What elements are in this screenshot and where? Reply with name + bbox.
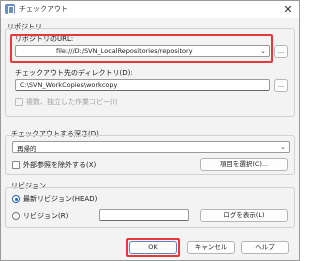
checkout-app-icon (5, 4, 15, 14)
depth-combobox[interactable]: 再帰的 ⌄ (12, 141, 290, 153)
chevron-down-icon[interactable]: ⌄ (280, 143, 286, 151)
title-bar: チェックアウト ✕ (1, 1, 299, 18)
specific-revision-label: リビジョン(R) (23, 212, 69, 220)
url-highlight-box (10, 34, 273, 63)
checkout-dialog: チェックアウト ✕ リポジトリ リポジトリのURL: file:///D:/SV… (0, 0, 300, 261)
head-revision-label: 最新リビジョン(HEAD) (23, 195, 98, 203)
dest-dir-label: チェックアウト先のディレクトリ(D): (15, 69, 133, 77)
dest-browse-button[interactable]: ... (274, 79, 288, 92)
independent-copy-checkbox[interactable] (15, 98, 23, 106)
independent-copy-label: 複数、独立した作業コピー(I) (26, 98, 118, 106)
revision-number-input[interactable] (99, 209, 189, 221)
ok-highlight-box (126, 238, 180, 257)
dest-dir-input[interactable]: C:\SVN_WorkCopies\workcopy (15, 79, 270, 91)
url-browse-button[interactable]: ... (274, 45, 288, 58)
show-log-button[interactable]: ログを表示(L) (200, 209, 288, 222)
dest-dir-value: C:\SVN_WorkCopies\workcopy (20, 81, 118, 89)
choose-items-button[interactable]: 項目を選択(C)... (200, 158, 288, 171)
specific-revision-radio[interactable] (12, 212, 20, 220)
omit-externals-label: 外部参照を除外する(X) (23, 161, 97, 169)
close-icon[interactable]: ✕ (279, 2, 297, 17)
omit-externals-checkbox[interactable] (12, 161, 20, 169)
window-title: チェックアウト (19, 5, 68, 13)
cancel-button[interactable]: キャンセル (187, 241, 235, 254)
depth-value: 再帰的 (17, 145, 37, 153)
help-button[interactable]: ヘルプ (241, 241, 289, 254)
head-revision-radio[interactable] (12, 195, 20, 203)
